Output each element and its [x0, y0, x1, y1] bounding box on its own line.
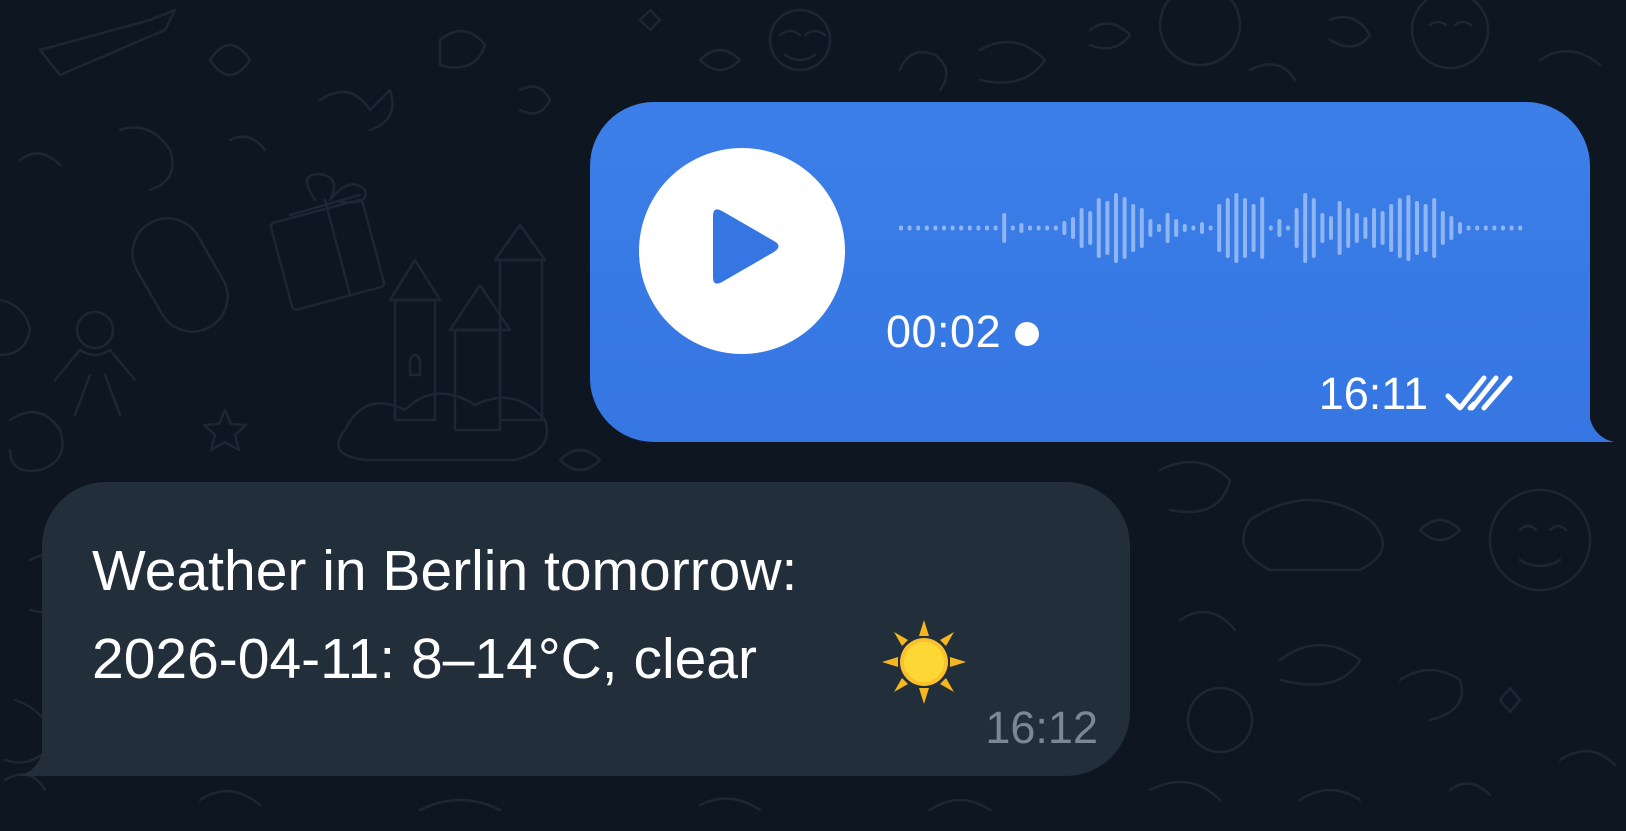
voice-waveform[interactable]	[895, 182, 1535, 274]
waveform-bar	[1492, 225, 1497, 231]
sun-icon	[882, 620, 966, 704]
waveform-bar	[1406, 195, 1411, 261]
waveform-bar	[1036, 225, 1041, 231]
waveform-bar	[1509, 225, 1514, 231]
waveform-bar	[1010, 225, 1015, 231]
waveform-bar	[1019, 223, 1024, 233]
waveform-bar	[1225, 198, 1230, 258]
waveform-bar	[1397, 198, 1402, 258]
voice-duration-row: 00:02	[886, 302, 1040, 362]
waveform-bar	[1380, 211, 1385, 245]
waveform-bar	[1423, 204, 1428, 252]
waveform-bar	[1053, 225, 1058, 231]
waveform-bar	[1337, 201, 1342, 255]
waveform-bar	[1320, 213, 1325, 243]
play-button[interactable]	[639, 148, 845, 354]
double-check-icon	[1445, 375, 1513, 411]
waveform-bar	[1045, 225, 1050, 231]
waveform-bar	[1217, 204, 1222, 252]
waveform-bar	[1208, 225, 1213, 231]
waveform-bar	[1346, 208, 1351, 248]
waveform-bar	[1329, 216, 1333, 240]
waveform-bar	[1131, 204, 1136, 252]
waveform-bar	[1294, 208, 1299, 248]
waveform-bar	[1311, 198, 1316, 258]
waveform-bar	[1518, 225, 1523, 231]
waveform-bar	[1174, 219, 1179, 237]
waveform-bar	[1191, 225, 1196, 231]
waveform-bar	[1432, 198, 1437, 258]
waveform-bar	[1105, 201, 1110, 255]
waveform-bar	[1200, 222, 1204, 234]
waveform-bar	[1251, 204, 1256, 252]
waveform-bar	[985, 225, 989, 231]
waveform-bar	[1114, 193, 1118, 263]
waveform-bar	[1122, 197, 1127, 259]
waveform-bar	[1268, 225, 1273, 231]
waveform-bar	[1071, 217, 1075, 239]
message-meta: 16:11	[1319, 368, 1520, 420]
waveform-bar	[1002, 213, 1007, 243]
waveform-bar	[1165, 213, 1170, 243]
waveform-bar	[976, 225, 981, 231]
waveform-bar	[1440, 211, 1445, 245]
waveform-bar	[1079, 208, 1084, 248]
unplayed-dot	[1015, 322, 1040, 346]
waveform-bar	[1363, 217, 1368, 239]
message-text-line: 2026-04-11: 8–14°C, clear	[92, 627, 757, 691]
outgoing-voice-message[interactable]: 00:02 16:11	[590, 102, 1590, 442]
waveform-bar	[933, 225, 938, 231]
waveform-bar	[1475, 225, 1480, 231]
waveform-bar	[916, 225, 921, 231]
waveform-bar	[1260, 197, 1265, 259]
message-time: 16:12	[985, 702, 1098, 753]
waveform-bar	[1449, 216, 1454, 240]
waveform-bar	[1303, 193, 1308, 263]
play-icon	[713, 209, 779, 284]
waveform-bar	[924, 225, 929, 231]
message-time: 16:11	[1318, 368, 1428, 419]
waveform-bar	[950, 225, 955, 231]
waveform-bar	[1062, 221, 1067, 235]
waveform-bar	[907, 225, 912, 231]
waveform-bar	[1028, 225, 1032, 231]
waveform-bar	[1415, 201, 1419, 255]
waveform-bar	[993, 225, 998, 231]
waveform-bar	[942, 225, 946, 231]
waveform-bar	[899, 225, 903, 231]
voice-duration: 00:02	[886, 306, 1002, 357]
waveform-bar	[1088, 211, 1093, 245]
waveform-bar	[1148, 219, 1153, 237]
waveform-bar	[959, 225, 964, 231]
waveform-bar	[1139, 208, 1144, 248]
waveform-bar	[1389, 204, 1394, 252]
waveform-bar	[1483, 225, 1488, 231]
incoming-text-message[interactable]: Weather in Berlin tomorrow: 2026-04-11: …	[42, 482, 1130, 776]
waveform-bar	[1458, 222, 1462, 234]
waveform-bar	[967, 225, 972, 231]
waveform-bar	[1234, 193, 1239, 263]
waveform-bar	[1096, 198, 1101, 258]
incoming-bubble-tail	[18, 736, 44, 776]
waveform-bar	[1286, 225, 1290, 231]
waveform-bar	[1466, 225, 1471, 231]
waveform-bar	[1157, 224, 1161, 232]
waveform-bar	[1277, 219, 1282, 237]
waveform-bar	[1182, 224, 1187, 232]
waveform-bar	[1243, 198, 1247, 258]
outgoing-bubble-tail	[1588, 402, 1614, 442]
message-text-line: Weather in Berlin tomorrow:	[92, 539, 798, 603]
waveform-bar	[1372, 208, 1376, 248]
waveform-bar	[1501, 225, 1505, 231]
waveform-bar	[1354, 213, 1359, 243]
